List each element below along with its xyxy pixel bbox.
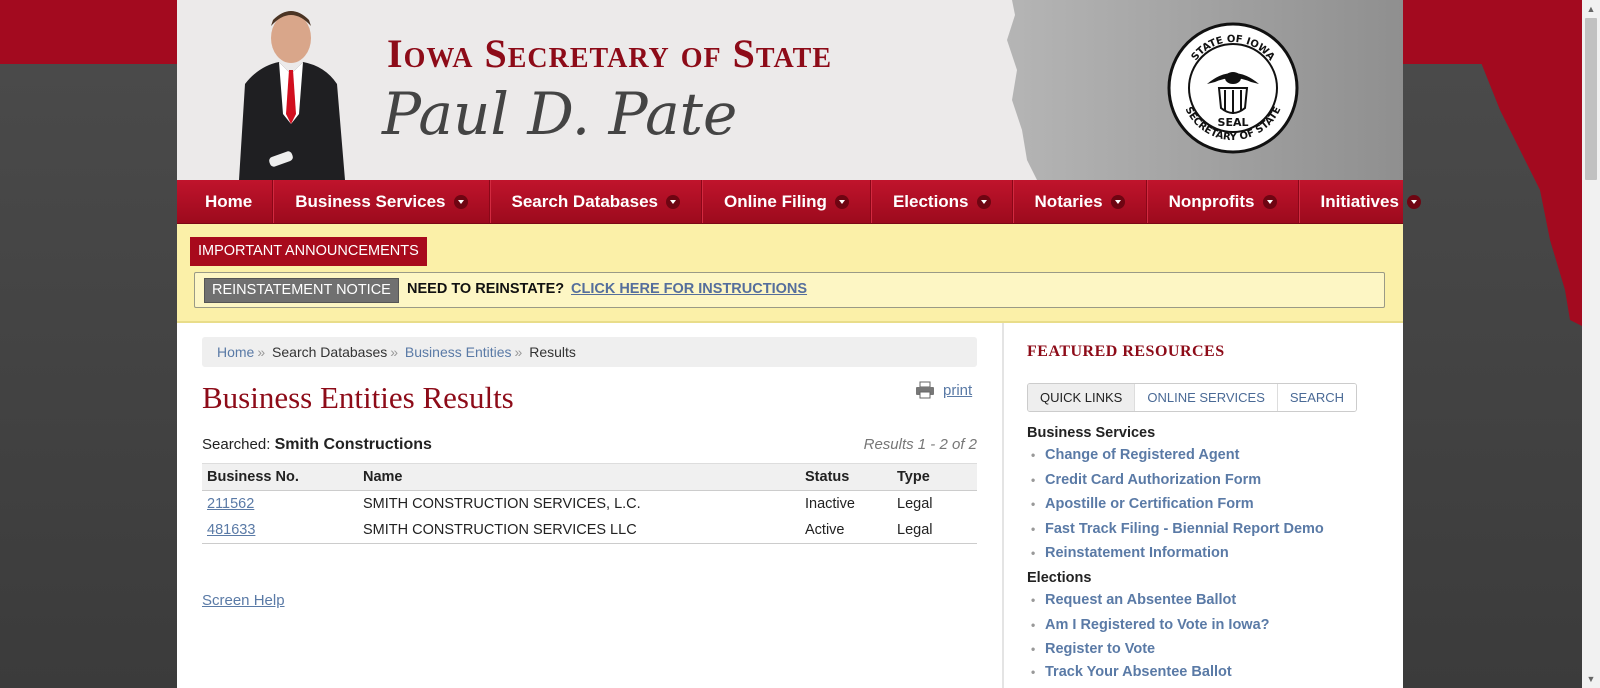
searched-label: Searched: <box>202 436 271 453</box>
tab-quick-links[interactable]: QUICK LINKS <box>1028 384 1136 411</box>
breadcrumb-current: Results <box>529 344 576 360</box>
breadcrumb-business-entities[interactable]: Business Entities <box>405 344 512 360</box>
nav-initiatives[interactable]: Initiatives <box>1298 180 1442 223</box>
page-title: Business Entities Results <box>202 380 514 415</box>
scroll-up-arrow-icon[interactable]: ▲ <box>1582 0 1600 18</box>
business-number-cell: 211562 <box>202 491 358 518</box>
nav-search-databases[interactable]: Search Databases <box>489 180 702 223</box>
breadcrumb-separator: » <box>257 344 266 360</box>
nav-home[interactable]: Home <box>177 180 274 223</box>
nav-initiatives-label: Initiatives <box>1320 191 1399 211</box>
chevron-down-icon <box>1406 194 1421 209</box>
quick-link-fast-track-filing[interactable]: Fast Track Filing - Biennial Report Demo <box>1031 521 1324 537</box>
business-number-cell: 481633 <box>202 517 358 544</box>
quick-link-absentee-ballot[interactable]: Request an Absentee Ballot <box>1031 592 1236 608</box>
searched-term: Searched: Smith Constructions <box>202 436 432 454</box>
quick-link-credit-card-form[interactable]: Credit Card Authorization Form <box>1031 472 1261 488</box>
chevron-down-icon <box>1262 194 1277 209</box>
breadcrumb-search-databases: Search Databases <box>272 344 388 360</box>
column-header-name[interactable]: Name <box>358 463 800 491</box>
chevron-down-icon <box>976 194 991 209</box>
column-divider <box>1002 323 1004 688</box>
business-name-cell: SMITH CONSTRUCTION SERVICES, L.C. <box>363 496 641 512</box>
nav-elections[interactable]: Elections <box>870 180 1013 223</box>
announcements-bar: IMPORTANT ANNOUNCEMENTS REINSTATEMENT NO… <box>177 224 1403 323</box>
nav-online-filing-label: Online Filing <box>723 191 827 211</box>
quick-link-reinstatement-info[interactable]: Reinstatement Information <box>1031 545 1229 561</box>
chevron-down-icon <box>665 194 680 209</box>
tab-online-services[interactable]: ONLINE SERVICES <box>1135 384 1278 411</box>
reinstatement-instructions-link[interactable]: CLICK HERE FOR INSTRUCTIONS <box>571 281 807 297</box>
nav-nonprofits-label: Nonprofits <box>1168 191 1255 211</box>
status-cell: Active <box>800 517 892 544</box>
page-scrollbar[interactable]: ▲ ▼ <box>1582 0 1600 688</box>
resource-tabs: QUICK LINKS ONLINE SERVICES SEARCH <box>1027 383 1358 412</box>
status-cell: Inactive <box>805 496 855 512</box>
tab-search[interactable]: SEARCH <box>1277 384 1357 411</box>
nav-notaries[interactable]: Notaries <box>1012 180 1147 223</box>
print-label: print <box>943 381 973 399</box>
quick-link-apostille-form[interactable]: Apostille or Certification Form <box>1031 496 1254 512</box>
type-cell: Legal <box>892 517 977 544</box>
quick-link-track-absentee-ballot[interactable]: Track Your Absentee Ballot <box>1031 664 1232 680</box>
type-cell: Legal <box>897 496 933 512</box>
nav-search-databases-label: Search Databases <box>511 191 658 211</box>
reinstatement-tag: REINSTATEMENT NOTICE <box>204 278 399 303</box>
quick-link-registered-to-vote[interactable]: Am I Registered to Vote in Iowa? <box>1031 617 1269 633</box>
secretary-name: Paul D. Pate <box>382 80 738 148</box>
searched-value: Smith Constructions <box>274 436 432 453</box>
business-number-link[interactable]: 481633 <box>207 522 255 538</box>
screen-help-link[interactable]: Screen Help <box>202 592 285 609</box>
breadcrumb: Home» Search Databases» Business Entitie… <box>202 337 977 367</box>
featured-resources-title: FEATURED RESOURCES <box>1027 343 1225 360</box>
breadcrumb-separator: » <box>514 344 523 360</box>
table-header-row: Business No. Name Status Type <box>202 463 977 491</box>
table-row: 481633 SMITH CONSTRUCTION SERVICES LLC A… <box>202 517 977 544</box>
scrollbar-thumb[interactable] <box>1585 18 1597 180</box>
main-content: Home» Search Databases» Business Entitie… <box>177 323 1002 688</box>
nav-home-label: Home <box>205 191 253 211</box>
table-row: 211562 SMITH CONSTRUCTION SERVICES, L.C.… <box>202 491 977 518</box>
reinstatement-question: NEED TO REINSTATE? <box>407 281 565 297</box>
nav-online-filing[interactable]: Online Filing <box>701 180 871 223</box>
featured-resources-sidebar: FEATURED RESOURCES QUICK LINKS ONLINE SE… <box>1027 323 1387 688</box>
main-nav: Home Business Services Search Databases … <box>177 180 1421 224</box>
state-seal-icon: STATE OF IOWA SECRETARY OF STATE SEAL <box>1167 22 1299 154</box>
results-count: Results 1 - 2 of 2 <box>863 436 977 453</box>
site-container: Iowa Secretary of State Paul D. Pate STA… <box>177 0 1421 688</box>
svg-text:SEAL: SEAL <box>1218 116 1249 129</box>
business-services-heading: Business Services <box>1027 425 1156 441</box>
column-header-type[interactable]: Type <box>892 463 977 491</box>
quick-link-register-to-vote[interactable]: Register to Vote <box>1031 641 1155 657</box>
nav-nonprofits[interactable]: Nonprofits <box>1146 180 1299 223</box>
printer-icon <box>916 381 934 399</box>
reinstatement-notice: REINSTATEMENT NOTICE NEED TO REINSTATE? … <box>194 272 1385 308</box>
iowa-map-shape <box>1400 0 1600 340</box>
business-number-link[interactable]: 211562 <box>207 496 254 512</box>
nav-business-services[interactable]: Business Services <box>273 180 490 223</box>
nav-elections-label: Elections <box>892 191 969 211</box>
print-button[interactable]: print <box>915 381 972 399</box>
business-name-cell: SMITH CONSTRUCTION SERVICES LLC <box>358 517 800 544</box>
breadcrumb-separator: » <box>390 344 399 360</box>
breadcrumb-home[interactable]: Home <box>217 344 254 360</box>
elections-heading: Elections <box>1027 570 1092 586</box>
site-header: Iowa Secretary of State Paul D. Pate STA… <box>177 0 1403 180</box>
quick-link-change-registered-agent[interactable]: Change of Registered Agent <box>1031 447 1239 463</box>
scroll-down-arrow-icon[interactable]: ▼ <box>1582 670 1600 688</box>
site-title: Iowa Secretary of State <box>387 31 832 76</box>
results-table: Business No. Name Status Type 211562 SMI… <box>202 463 977 544</box>
nav-business-services-label: Business Services <box>295 191 446 211</box>
chevron-down-icon <box>834 194 849 209</box>
chevron-down-icon <box>1110 194 1125 209</box>
chevron-down-icon <box>453 194 468 209</box>
column-header-status[interactable]: Status <box>800 463 892 491</box>
column-header-business-no[interactable]: Business No. <box>202 463 358 491</box>
secretary-portrait <box>239 11 345 180</box>
nav-notaries-label: Notaries <box>1034 191 1103 211</box>
announcements-badge: IMPORTANT ANNOUNCEMENTS <box>190 237 427 266</box>
